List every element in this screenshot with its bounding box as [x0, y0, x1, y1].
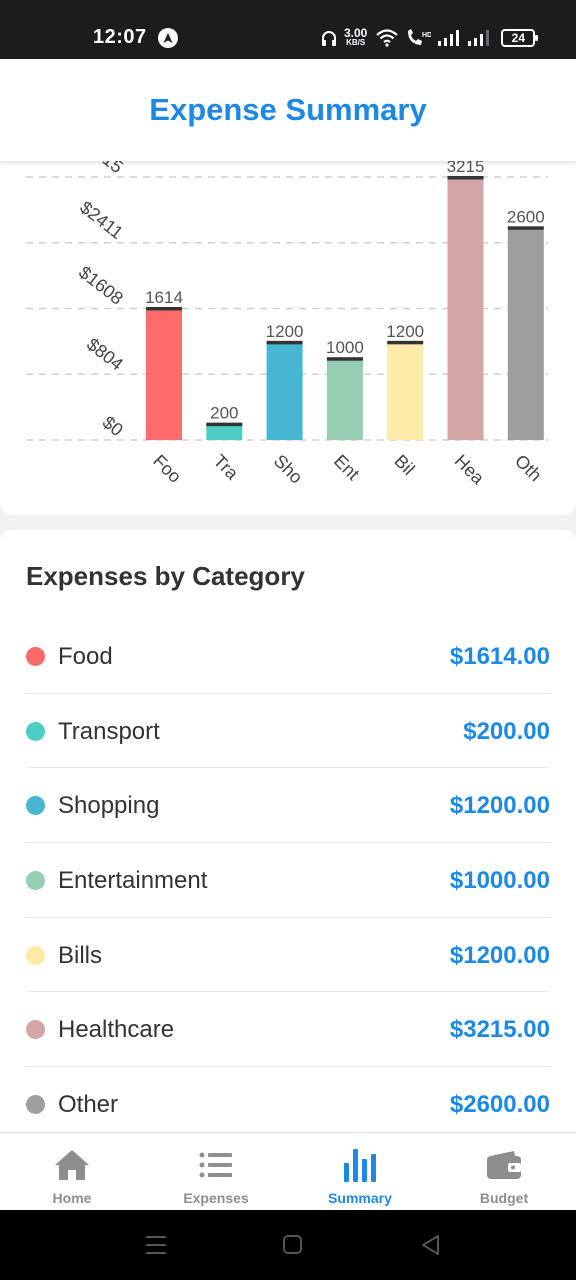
- status-time: 12:07: [93, 26, 147, 48]
- home-icon: [52, 1147, 92, 1183]
- tab-label: Budget: [479, 1190, 529, 1206]
- category-card: Expenses by Category Food $1614.00 Trans…: [0, 530, 576, 1132]
- bar-hea: [447, 177, 484, 440]
- bar-top-marker: [326, 357, 363, 361]
- back-icon[interactable]: [420, 1234, 442, 1256]
- category-section-title: Expenses by Category: [26, 561, 305, 591]
- category-row-healthcare[interactable]: Healthcare $3215.00: [26, 992, 550, 1068]
- category-amount: $1200.00: [449, 941, 550, 969]
- bar-value-label: 200: [210, 404, 238, 423]
- y-tick-label: $804: [83, 334, 127, 374]
- network-speed-value: 3.00: [344, 26, 368, 40]
- tab-budget[interactable]: Budget: [432, 1133, 576, 1210]
- bar-value-label: 2600: [507, 207, 545, 226]
- category-row-shopping[interactable]: Shopping $1200.00: [26, 768, 550, 844]
- expense-bar-chart: $0 $804 $1608 $2411 15 1614 Foo 200 Tra 1200 Sho 10…: [26, 161, 548, 489]
- category-name: Bills: [58, 941, 103, 969]
- bar-sho: [266, 341, 303, 440]
- bar-value-label: 1200: [386, 322, 424, 341]
- bar-value-label: 3215: [447, 161, 485, 176]
- tab-label: Summary: [328, 1190, 392, 1206]
- x-tick-label: Oth: [511, 451, 546, 486]
- category-name: Shopping: [58, 792, 160, 820]
- bar-top-marker: [146, 306, 182, 311]
- category-amount: $3215.00: [449, 1016, 550, 1044]
- bar-top-marker: [387, 340, 424, 345]
- category-amount: $1614.00: [449, 643, 550, 670]
- tab-summary[interactable]: Summary: [288, 1133, 432, 1210]
- category-amount: $1000.00: [449, 867, 550, 895]
- bar-foo: [146, 307, 182, 440]
- category-name: Entertainment: [58, 867, 208, 895]
- bar-value-label: 1614: [145, 288, 183, 307]
- tab-expenses[interactable]: Expenses: [144, 1133, 288, 1210]
- battery-icon: 24: [501, 29, 539, 47]
- category-row-bills[interactable]: Bills $1200.00: [26, 918, 550, 993]
- x-tick-label: Hea: [451, 451, 489, 489]
- category-color-dot: [26, 721, 45, 741]
- wifi-call-icon: HD: [408, 29, 431, 45]
- svg-text:HD: HD: [422, 32, 431, 39]
- x-tick-label: Sho: [270, 451, 307, 488]
- status-icons: 3.00 KB/S HD 24: [320, 26, 539, 50]
- signal-strength-icon: [438, 30, 460, 46]
- category-row-food[interactable]: Food $1614.00: [26, 619, 550, 694]
- category-color-dot: [26, 1095, 45, 1115]
- x-tick-label: Foo: [149, 451, 185, 487]
- x-tick-label: Ent: [330, 451, 363, 484]
- y-tick-label: $0: [99, 412, 127, 440]
- network-speed: 3.00 KB/S: [344, 26, 368, 47]
- bar-ent: [326, 358, 363, 440]
- y-tick-label: 15: [99, 161, 127, 177]
- category-name: Transport: [58, 717, 160, 745]
- bar-top-marker: [507, 226, 544, 230]
- category-color-dot: [26, 1020, 45, 1040]
- home-nav-icon[interactable]: [282, 1234, 304, 1256]
- bar-chart-icon: [340, 1147, 380, 1183]
- signal-strength-icon-2: [468, 30, 490, 46]
- bottom-tab-bar: Home Expenses Summary Budget: [0, 1132, 576, 1210]
- category-name: Food: [58, 643, 113, 670]
- network-speed-unit: KB/S: [346, 38, 366, 47]
- bar-value-label: 1200: [266, 322, 304, 341]
- bar-top-marker: [206, 422, 243, 427]
- page-title: Expense Summary: [149, 92, 427, 127]
- category-name: Healthcare: [58, 1016, 175, 1044]
- bar-top-marker: [266, 340, 303, 345]
- category-color-dot: [26, 945, 45, 965]
- recents-icon[interactable]: [144, 1234, 168, 1256]
- category-color-dot: [26, 871, 45, 891]
- tab-home[interactable]: Home: [0, 1133, 144, 1210]
- category-color-dot: [26, 796, 45, 816]
- bar-value-label: 1000: [326, 338, 364, 357]
- bar-top-marker: [447, 176, 484, 180]
- headphones-icon: [322, 31, 336, 46]
- list-icon: [196, 1147, 236, 1183]
- category-amount: $200.00: [463, 717, 550, 745]
- wallet-icon: [484, 1147, 524, 1183]
- category-color-dot: [26, 647, 45, 666]
- category-row-entertainment[interactable]: Entertainment $1000.00: [26, 843, 550, 918]
- navigation-arrow-icon: [158, 28, 178, 48]
- x-tick-label: Tra: [209, 451, 242, 484]
- category-amount: $1200.00: [449, 792, 550, 820]
- category-row-other[interactable]: Other $2600.00: [26, 1067, 550, 1132]
- y-tick-label: $1608: [75, 262, 127, 309]
- expense-chart-card: $0 $804 $1608 $2411 15 1614 Foo 200 Tra 1200 Sho 10…: [0, 161, 576, 515]
- category-list: Food $1614.00 Transport $200.00 Shopping…: [26, 619, 550, 1132]
- y-tick-label: $2411: [76, 197, 127, 243]
- category-name: Other: [58, 1091, 119, 1119]
- bar-oth: [507, 227, 544, 440]
- app-header: Expense Summary: [0, 59, 576, 161]
- category-amount: $2600.00: [449, 1091, 550, 1119]
- wifi-icon: [376, 29, 399, 47]
- bar-bil: [387, 341, 424, 440]
- tab-label: Home: [52, 1190, 92, 1206]
- status-bar: 12:07 3.00 KB/S HD 24: [0, 0, 576, 59]
- category-row-transport[interactable]: Transport $200.00: [26, 694, 550, 769]
- x-tick-label: Bil: [390, 451, 418, 479]
- system-navigation-bar: [0, 1210, 576, 1280]
- tab-label: Expenses: [183, 1190, 249, 1206]
